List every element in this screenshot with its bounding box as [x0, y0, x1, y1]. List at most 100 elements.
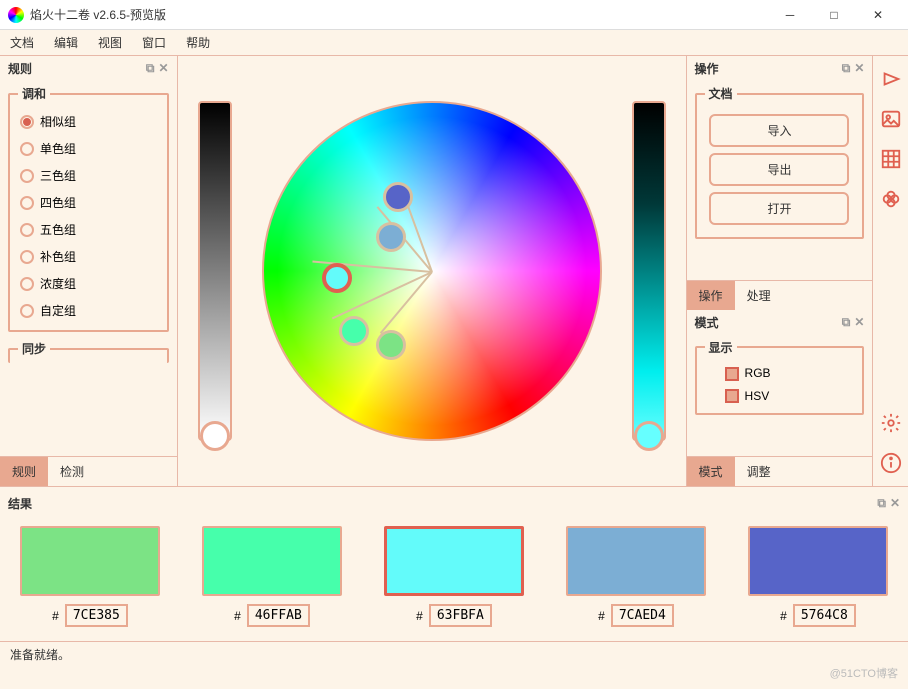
radio-icon	[20, 142, 34, 156]
tab-detect[interactable]: 检测	[48, 457, 96, 486]
harmony-option-3[interactable]: 四色组	[18, 189, 159, 216]
color-node[interactable]	[383, 182, 413, 212]
display-legend: 显示	[705, 339, 737, 356]
menu-view[interactable]: 视图	[98, 34, 122, 51]
radio-icon	[20, 250, 34, 264]
swatch-row: #7CE385 #46FFAB #63FBFA #7CAED4 #5764C8	[0, 516, 908, 637]
swatch-color[interactable]	[202, 526, 342, 596]
float-icon[interactable]: ⧉	[842, 61, 851, 76]
close-panel-icon[interactable]: ✕	[854, 61, 864, 76]
export-button[interactable]: 导出	[709, 153, 849, 186]
doc-legend: 文档	[705, 85, 737, 102]
results-panel: 结果 ⧉ ✕ #7CE385 #46FFAB #63FBFA #7CAED4 #57…	[0, 486, 908, 641]
harmony-option-5[interactable]: 补色组	[18, 243, 159, 270]
display-group: 显示 RGB HSV	[695, 339, 865, 416]
lightness-slider[interactable]	[198, 101, 232, 441]
hex-row: #63FBFA	[416, 604, 492, 627]
info-icon[interactable]	[878, 450, 904, 476]
rgb-checkbox[interactable]: RGB	[705, 362, 855, 385]
hex-row: #46FFAB	[234, 604, 310, 627]
radio-icon	[20, 277, 34, 291]
hex-value[interactable]: 63FBFA	[429, 604, 492, 627]
radio-icon	[20, 196, 34, 210]
operations-panel: 操作⧉✕ 文档 导入 导出 打开 操作 处理 模式⧉✕ 显示 RGB HSV 模…	[686, 56, 873, 486]
triangle-tool-icon[interactable]	[878, 66, 904, 92]
hex-row: #7CE385	[52, 604, 128, 627]
radio-icon	[20, 115, 34, 129]
harmony-option-7[interactable]: 自定组	[18, 297, 159, 324]
mode-tabs: 模式 调整	[687, 456, 873, 486]
slider-thumb[interactable]	[200, 421, 230, 451]
color-wheel-area	[178, 56, 686, 486]
hex-row: #7CAED4	[598, 604, 674, 627]
import-button[interactable]: 导入	[709, 114, 849, 147]
grid-tool-icon[interactable]	[878, 146, 904, 172]
color-node[interactable]	[376, 330, 406, 360]
float-icon[interactable]: ⧉	[877, 496, 886, 511]
window-title: 焰火十二卷 v2.6.5-预览版	[30, 6, 768, 23]
hex-value[interactable]: 5764C8	[793, 604, 856, 627]
watermark: @51CTO博客	[830, 665, 898, 681]
swatch[interactable]: #7CAED4	[566, 526, 706, 627]
color-wheel[interactable]	[262, 101, 602, 441]
menu-window[interactable]: 窗口	[142, 34, 166, 51]
swatch-color[interactable]	[748, 526, 888, 596]
open-button[interactable]: 打开	[709, 192, 849, 225]
tab-mode[interactable]: 模式	[687, 457, 735, 486]
tab-process[interactable]: 处理	[735, 281, 783, 310]
saturation-slider[interactable]	[632, 101, 666, 441]
harmony-option-0[interactable]: 相似组	[18, 108, 159, 135]
swatch[interactable]: #46FFAB	[202, 526, 342, 627]
swatch[interactable]: #5764C8	[748, 526, 888, 627]
ops-title: 操作	[695, 60, 719, 77]
maximize-button[interactable]: □	[812, 1, 856, 29]
tab-rules[interactable]: 规则	[0, 457, 48, 486]
swatch[interactable]: #63FBFA	[384, 526, 524, 627]
float-icon[interactable]: ⧉	[146, 61, 155, 76]
harmony-option-6[interactable]: 浓度组	[18, 270, 159, 297]
hsv-checkbox[interactable]: HSV	[705, 385, 855, 408]
rules-title: 规则	[8, 60, 32, 77]
mode-title: 模式	[695, 314, 719, 331]
menu-edit[interactable]: 编辑	[54, 34, 78, 51]
color-node-selected[interactable]	[322, 263, 352, 293]
swatch[interactable]: #7CE385	[20, 526, 160, 627]
title-bar: 焰火十二卷 v2.6.5-预览版 ─ □ ✕	[0, 0, 908, 30]
settings-icon[interactable]	[878, 410, 904, 436]
tab-adjust[interactable]: 调整	[735, 457, 783, 486]
swatch-color[interactable]	[384, 526, 524, 596]
right-toolbar	[872, 56, 908, 486]
hex-value[interactable]: 7CAED4	[611, 604, 674, 627]
harmony-option-2[interactable]: 三色组	[18, 162, 159, 189]
close-panel-icon[interactable]: ✕	[854, 315, 864, 330]
menu-help[interactable]: 帮助	[186, 34, 210, 51]
flower-tool-icon[interactable]	[878, 186, 904, 212]
menu-file[interactable]: 文档	[10, 34, 34, 51]
sync-legend: 同步	[18, 340, 50, 357]
swatch-color[interactable]	[566, 526, 706, 596]
harmony-option-1[interactable]: 单色组	[18, 135, 159, 162]
hex-value[interactable]: 7CE385	[65, 604, 128, 627]
tab-ops[interactable]: 操作	[687, 281, 735, 310]
hex-value[interactable]: 46FFAB	[247, 604, 310, 627]
radio-icon	[20, 304, 34, 318]
color-node[interactable]	[376, 222, 406, 252]
hex-row: #5764C8	[780, 604, 856, 627]
sync-group: 同步	[8, 340, 169, 363]
slider-thumb[interactable]	[634, 421, 664, 451]
status-bar: 准备就绪。	[0, 641, 908, 667]
close-panel-icon[interactable]: ✕	[890, 496, 900, 511]
swatch-color[interactable]	[20, 526, 160, 596]
results-title: 结果	[8, 495, 32, 512]
close-button[interactable]: ✕	[856, 1, 900, 29]
minimize-button[interactable]: ─	[768, 1, 812, 29]
harmony-group: 调和 相似组 单色组 三色组 四色组 五色组 补色组 浓度组 自定组	[8, 85, 169, 332]
color-node[interactable]	[339, 316, 369, 346]
harmony-legend: 调和	[18, 85, 50, 102]
checkbox-icon	[725, 367, 739, 381]
image-tool-icon[interactable]	[878, 106, 904, 132]
harmony-option-4[interactable]: 五色组	[18, 216, 159, 243]
doc-group: 文档 导入 导出 打开	[695, 85, 865, 239]
float-icon[interactable]: ⧉	[842, 315, 851, 330]
close-panel-icon[interactable]: ✕	[158, 61, 168, 76]
